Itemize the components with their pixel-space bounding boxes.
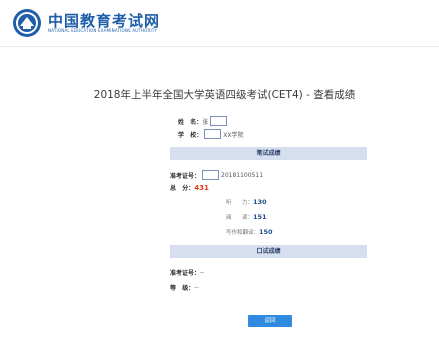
site-subtitle: NATIONAL EDUCATION EXAMINATIONS AUTHORIT… xyxy=(48,28,158,33)
total-score-value: 431 xyxy=(194,183,209,192)
oral-ticket-row: 准考证号： -- xyxy=(170,268,204,277)
reading-row: 阅 读： 151 xyxy=(226,213,267,221)
writing-translation-label: 写作和翻译： xyxy=(226,230,260,236)
total-score-row: 总 分： 431 xyxy=(170,183,209,193)
listening-value: 130 xyxy=(253,198,267,206)
written-ticket-label: 准考证号： xyxy=(170,172,201,180)
oral-grade-value: -- xyxy=(194,284,199,291)
candidate-name-row: 姓 名： 张 xyxy=(178,116,229,126)
writing-translation-value: 150 xyxy=(259,228,273,236)
written-ticket-row: 准考证号： 20181100511 xyxy=(170,170,263,180)
back-button[interactable]: 返回 xyxy=(248,315,292,327)
listening-label: 听 力： xyxy=(226,200,253,206)
ticket-redaction-box xyxy=(202,170,220,180)
oral-ticket-label: 准考证号： xyxy=(170,270,201,277)
reading-value: 151 xyxy=(253,213,267,221)
school-label: 学 校： xyxy=(178,131,203,139)
name-value: 张 xyxy=(202,118,209,126)
total-label: 总 分： xyxy=(170,185,195,192)
neea-emblem-icon[interactable] xyxy=(12,8,42,38)
oral-grade-label: 等 级： xyxy=(170,285,195,292)
oral-ticket-value: -- xyxy=(200,269,205,276)
reading-label: 阅 读： xyxy=(226,215,253,221)
school-redaction-box xyxy=(204,129,222,139)
listening-row: 听 力： 130 xyxy=(226,198,267,206)
site-header: 中国教育考试网 NATIONAL EDUCATION EXAMINATIONS … xyxy=(0,0,439,44)
writing-translation-row: 写作和翻译： 150 xyxy=(226,228,273,236)
oral-grade-row: 等 级： -- xyxy=(170,283,199,292)
page-title: 2018年上半年全国大学英语四级考试(CET4) - 查看成绩 xyxy=(93,89,356,101)
school-value: XX学院 xyxy=(223,131,244,139)
name-label: 姓 名： xyxy=(178,118,203,126)
header-divider xyxy=(0,46,439,47)
oral-section-header: 口试成绩 xyxy=(170,245,367,258)
written-section-header: 笔试成绩 xyxy=(170,147,367,160)
written-ticket-value: 20181100511 xyxy=(221,171,264,179)
name-redaction-box xyxy=(210,116,228,126)
candidate-school-row: 学 校： XX学院 xyxy=(178,129,244,139)
